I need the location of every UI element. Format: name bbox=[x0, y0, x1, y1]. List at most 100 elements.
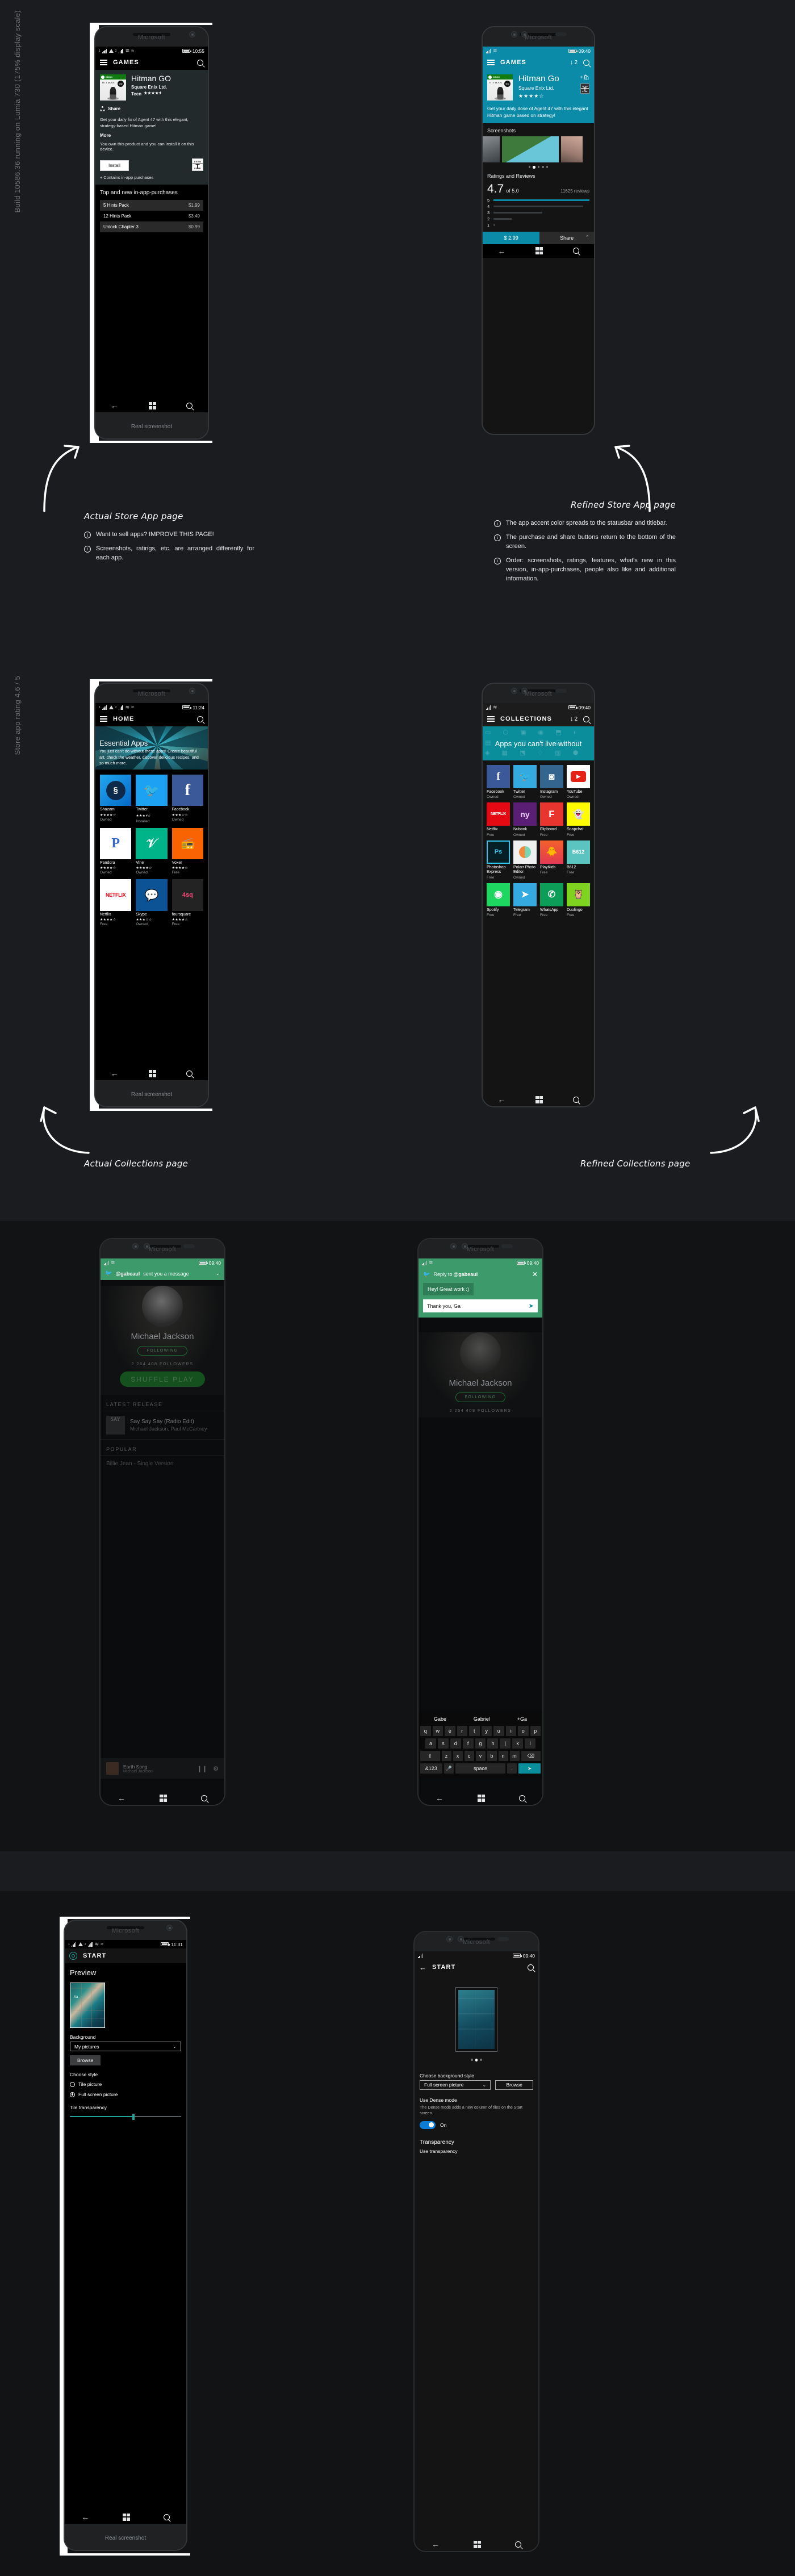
iap-row[interactable]: Unlock Chapter 3 $0.99 bbox=[100, 221, 203, 232]
key[interactable]: o bbox=[518, 1726, 529, 1736]
search-button[interactable] bbox=[515, 2541, 521, 2548]
suggestion[interactable]: +Ga bbox=[517, 1716, 527, 1722]
pause-icon[interactable]: ❙❙ bbox=[197, 1765, 207, 1772]
key[interactable]: s bbox=[437, 1738, 449, 1749]
settings-icon[interactable]: ⚙ bbox=[213, 1765, 219, 1772]
screenshots-carousel[interactable] bbox=[483, 136, 594, 163]
track-row[interactable]: SAY Say Say Say (Radio Edit) Michael Jac… bbox=[101, 1411, 224, 1440]
key[interactable]: u bbox=[493, 1726, 504, 1736]
app-tile[interactable]: ◙ bbox=[540, 765, 563, 788]
gear-icon[interactable] bbox=[69, 1952, 77, 1960]
share-button[interactable]: Share bbox=[100, 106, 203, 111]
dot[interactable] bbox=[537, 166, 540, 168]
hamburger-menu-icon[interactable] bbox=[100, 715, 107, 724]
key[interactable]: z bbox=[441, 1751, 451, 1761]
back-button[interactable]: ← bbox=[436, 1794, 443, 1802]
hero-banner[interactable]: Essential Apps You just can't do without… bbox=[95, 726, 208, 770]
key[interactable]: a bbox=[425, 1738, 436, 1749]
dot-active[interactable] bbox=[475, 2059, 478, 2061]
app-tile[interactable]: ny bbox=[513, 802, 537, 826]
app-card[interactable]: ➤ Telegram Free bbox=[513, 883, 537, 917]
share-button[interactable]: Share ⌃ bbox=[539, 231, 594, 244]
keyboard-row-4[interactable]: &123 🎤 space . ➤ bbox=[420, 1763, 541, 1774]
period-key[interactable]: . bbox=[507, 1763, 517, 1774]
screenshot-thumb[interactable] bbox=[561, 136, 583, 163]
backspace-key[interactable]: ⌫ bbox=[521, 1751, 541, 1761]
app-card[interactable]: F Flipboard Free bbox=[540, 802, 563, 837]
browse-button[interactable]: Browse bbox=[70, 2055, 101, 2065]
key[interactable]: q bbox=[420, 1726, 431, 1736]
key[interactable]: e bbox=[445, 1726, 455, 1736]
app-card[interactable]: ▶ YouTube Owned bbox=[567, 765, 590, 799]
track-row[interactable]: Billie Jean - Single Version bbox=[101, 1456, 224, 1471]
search-button[interactable] bbox=[519, 1795, 525, 1801]
shift-key[interactable]: ⇧ bbox=[420, 1751, 440, 1761]
collection-banner[interactable]: ▭ ⬡ ▣ ◉ ⬒ ◐ ▤ ♡ ◫ ☰ ⬓ ⬠ ◈ ▦ ⬔ ♢ ▥ ⬢ ◍ ▧ … bbox=[483, 726, 594, 760]
back-button[interactable]: ← bbox=[432, 2540, 440, 2548]
microphone-key[interactable]: 🎤 bbox=[443, 1763, 454, 1774]
app-tile[interactable]: ➤ bbox=[513, 883, 537, 906]
dot[interactable] bbox=[528, 166, 531, 168]
screenshot-thumb[interactable] bbox=[483, 136, 500, 163]
search-button[interactable] bbox=[186, 402, 193, 409]
start-button[interactable] bbox=[535, 247, 543, 255]
send-key[interactable]: ➤ bbox=[518, 1763, 541, 1774]
hamburger-menu-icon[interactable] bbox=[100, 58, 107, 67]
start-button[interactable] bbox=[148, 1069, 156, 1077]
app-card[interactable]: NETFLIX Netflix Free bbox=[487, 802, 510, 837]
key[interactable]: g bbox=[475, 1738, 486, 1749]
search-button[interactable] bbox=[572, 248, 579, 254]
app-tile[interactable]: 🐦 bbox=[136, 775, 168, 806]
key[interactable]: h bbox=[487, 1738, 499, 1749]
app-card[interactable]: f Facebook Owned bbox=[487, 765, 510, 799]
close-icon[interactable]: ✕ bbox=[532, 1270, 538, 1278]
symbols-key[interactable]: &123 bbox=[420, 1763, 442, 1774]
key[interactable]: m bbox=[509, 1751, 520, 1761]
send-icon[interactable]: ➤ bbox=[529, 1302, 534, 1310]
key[interactable]: v bbox=[475, 1751, 486, 1761]
buy-button[interactable]: $ 2.99 bbox=[483, 231, 540, 244]
app-card[interactable]: ◙ Instagram Owned bbox=[540, 765, 563, 799]
app-tile[interactable]: 🐦 bbox=[513, 765, 537, 788]
app-tile[interactable]: ▶ bbox=[567, 765, 590, 788]
key[interactable]: d bbox=[450, 1738, 461, 1749]
radio-tile-picture[interactable]: Tile picture bbox=[65, 2079, 186, 2089]
key[interactable]: r bbox=[457, 1726, 467, 1736]
app-tile[interactable]: 💬 bbox=[136, 879, 168, 911]
radio-full-screen-picture[interactable]: Full screen picture bbox=[65, 2089, 186, 2100]
following-button[interactable]: FOLLOWING bbox=[137, 1346, 187, 1356]
app-card[interactable]: 👻 Snapchat Free bbox=[567, 802, 590, 837]
app-card[interactable]: NETFLIX Netflix ★★★★☆ Free bbox=[100, 879, 132, 926]
suggestion-bar[interactable]: Gabe Gabriel +Ga bbox=[420, 1713, 541, 1726]
search-button[interactable] bbox=[572, 1096, 579, 1103]
app-tile[interactable]: F bbox=[540, 802, 563, 826]
iap-row[interactable]: 12 Hints Pack $3.49 bbox=[100, 211, 203, 221]
back-button[interactable]: ← bbox=[497, 1095, 505, 1103]
key[interactable]: i bbox=[505, 1726, 516, 1736]
background-select[interactable]: My pictures ⌄ bbox=[70, 2042, 181, 2051]
chevron-down-icon[interactable]: ⌄ bbox=[483, 2082, 487, 2088]
search-button[interactable] bbox=[201, 1795, 207, 1801]
app-card[interactable]: 𝒱 Vine ★★★★☆ Owned bbox=[136, 827, 168, 875]
key[interactable]: x bbox=[453, 1751, 463, 1761]
search-button[interactable] bbox=[163, 2514, 170, 2520]
back-button[interactable]: ← bbox=[497, 247, 505, 255]
more-link[interactable]: More bbox=[100, 133, 203, 138]
preview-carousel-dots[interactable] bbox=[415, 2055, 538, 2069]
start-button[interactable] bbox=[478, 1794, 485, 1802]
search-icon[interactable] bbox=[528, 1964, 534, 1971]
app-tile[interactable]: f bbox=[487, 765, 510, 788]
chevron-down-icon[interactable]: ⌄ bbox=[173, 2044, 177, 2049]
hamburger-menu-icon[interactable] bbox=[487, 58, 495, 67]
back-button[interactable]: ← bbox=[111, 1069, 119, 1077]
notification-toast[interactable]: 🐦 @gabeaul sent you a message ⌄ bbox=[101, 1267, 224, 1280]
reply-input[interactable]: Thank you, Ga bbox=[427, 1303, 461, 1309]
key[interactable]: w bbox=[432, 1726, 443, 1736]
start-button[interactable] bbox=[122, 2513, 130, 2521]
app-tile[interactable]: P bbox=[100, 827, 132, 860]
app-tile[interactable]: B612 bbox=[567, 840, 590, 864]
app-tile[interactable]: 📻 bbox=[171, 827, 203, 860]
now-playing-bar[interactable]: Earth Song Michael Jackson ❙❙ ⚙ bbox=[101, 1758, 224, 1779]
dot[interactable] bbox=[471, 2059, 473, 2061]
app-card[interactable]: 🐦 Twitter ★★★⯨☆ Installed bbox=[136, 775, 168, 823]
